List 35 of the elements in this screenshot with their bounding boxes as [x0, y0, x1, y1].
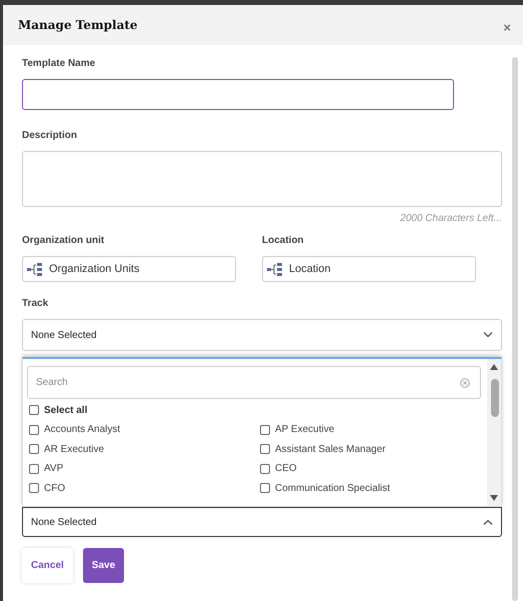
hierarchy-icon: [267, 262, 284, 276]
scrollbar[interactable]: [512, 57, 518, 601]
list-scrollbar[interactable]: [487, 359, 501, 506]
option-checkbox[interactable]: CEO: [260, 460, 484, 477]
track-select[interactable]: None Selected: [22, 319, 502, 351]
save-button[interactable]: Save: [82, 548, 124, 583]
option-checkbox[interactable]: AVP: [29, 460, 260, 477]
option-checkbox[interactable]: AR Executive: [29, 441, 260, 458]
organization-unit-picker[interactable]: Organization Units: [22, 256, 236, 282]
scroll-down-icon[interactable]: [490, 495, 498, 501]
field-label: Description: [22, 129, 78, 143]
scroll-up-icon[interactable]: [490, 364, 498, 370]
scrollbar-thumb[interactable]: [491, 379, 499, 417]
option-checkbox[interactable]: Communication Specialist: [260, 480, 484, 496]
chevron-down-icon: [483, 332, 493, 338]
option-checkbox[interactable]: Assistant Sales Manager: [260, 441, 484, 458]
chevron-up-icon: [483, 519, 493, 525]
option-checkbox[interactable]: Accounts Analyst: [29, 422, 260, 438]
option-checkbox[interactable]: AP Executive: [260, 422, 484, 438]
location-picker[interactable]: Location: [262, 256, 476, 282]
template-name-field[interactable]: [22, 79, 454, 110]
cancel-button[interactable]: Cancel: [22, 548, 73, 583]
close-button[interactable]: ×: [501, 20, 513, 34]
field-label: Template Name: [22, 57, 96, 71]
field-label: Location: [262, 234, 304, 248]
field-label: Organization unit: [22, 234, 104, 248]
dialog-title: Manage Template: [18, 17, 138, 34]
track-select[interactable]: None Selected: [22, 507, 502, 537]
option-checkbox[interactable]: CFO: [29, 480, 260, 496]
character-counter: 2000 Characters Left...: [399, 212, 502, 226]
field-label: Track: [22, 297, 48, 311]
hierarchy-icon: [27, 262, 44, 276]
search-field[interactable]: Search: [27, 366, 481, 399]
description-field[interactable]: [22, 151, 502, 207]
option-checkbox[interactable]: Select all: [29, 402, 484, 418]
